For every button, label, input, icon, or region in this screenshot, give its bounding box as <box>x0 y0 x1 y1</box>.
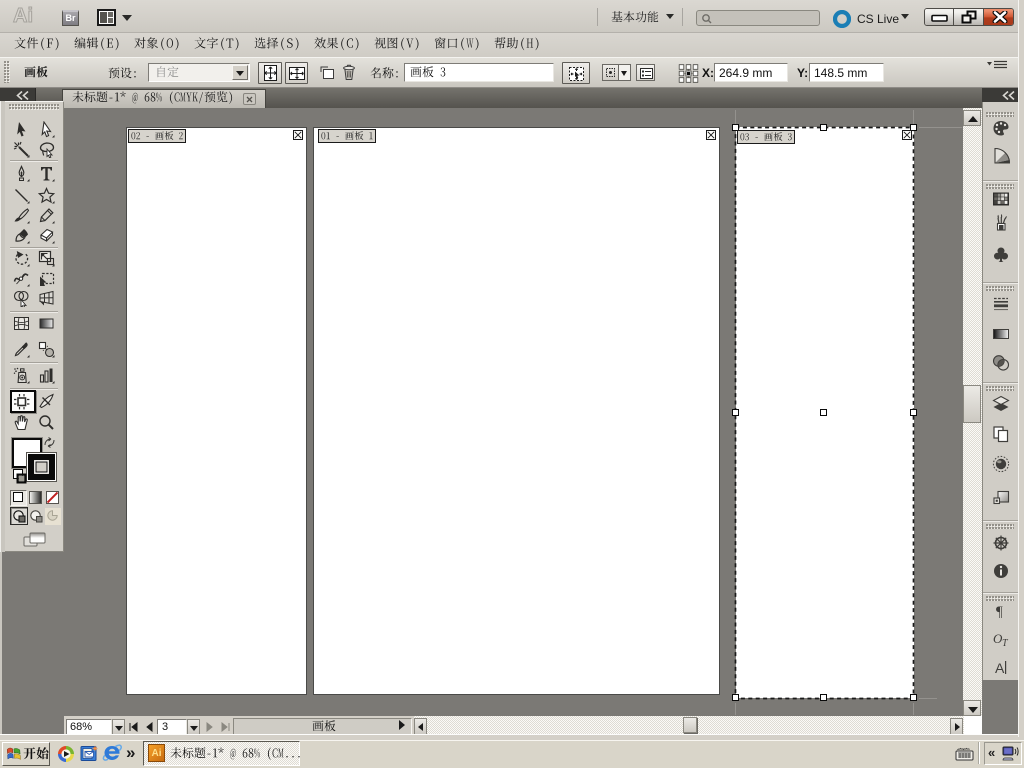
svg-text:T: T <box>1002 638 1009 648</box>
svg-text:¶: ¶ <box>996 604 1003 620</box>
svg-text:A: A <box>995 660 1005 676</box>
